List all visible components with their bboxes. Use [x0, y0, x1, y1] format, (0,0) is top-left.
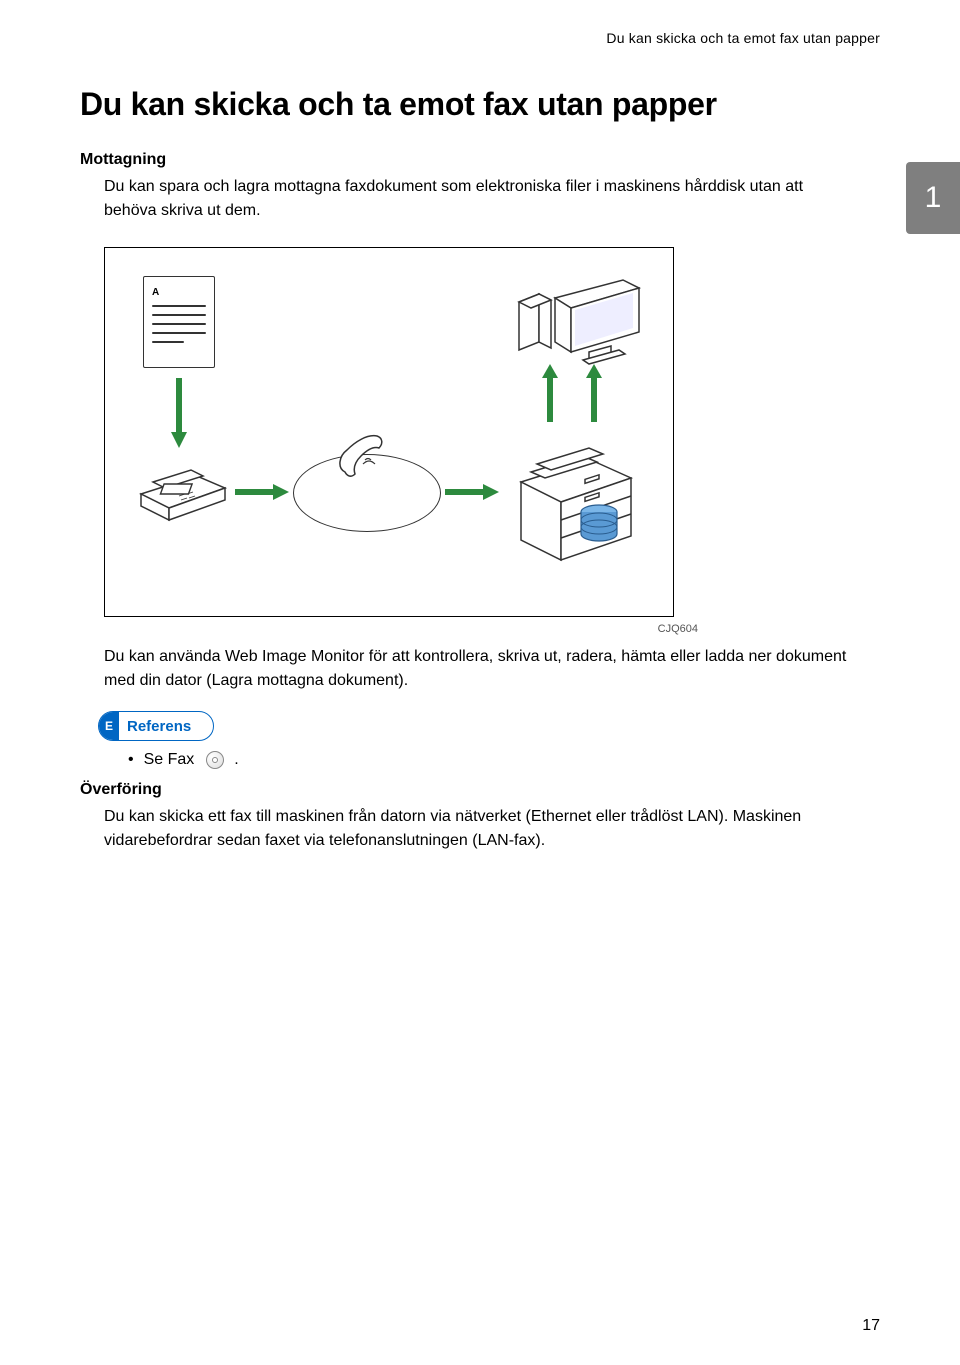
diagram-box: A	[104, 247, 674, 617]
arrow-right-icon	[445, 482, 501, 502]
arrow-right-icon	[235, 482, 291, 502]
computer-icon	[515, 274, 625, 354]
mottagning-body: Du kan spara och lagra mottagna faxdokum…	[104, 175, 844, 223]
referens-bullet: Se Fax .	[128, 751, 880, 769]
document-icon: A	[143, 276, 215, 368]
printer-icon	[503, 420, 643, 575]
mottagning-row: Du kan spara och lagra mottagna faxdokum…	[80, 175, 880, 237]
running-header: Du kan skicka och ta emot fax utan pappe…	[80, 30, 880, 46]
document-letter: A	[152, 287, 159, 298]
figure-code: CJQ604	[104, 623, 698, 635]
page-title: Du kan skicka och ta emot fax utan pappe…	[80, 86, 880, 123]
page: Du kan skicka och ta emot fax utan pappe…	[0, 0, 960, 1365]
chapter-tab: 1	[906, 162, 960, 234]
arrow-up-icon	[585, 364, 603, 422]
cd-icon	[206, 751, 224, 769]
fax-machine-icon	[131, 454, 231, 529]
referens-badge: E Referens	[98, 711, 214, 741]
section-heading-overforing: Överföring	[80, 781, 880, 799]
after-figure-body: Du kan använda Web Image Monitor för att…	[104, 645, 864, 693]
referens-tag: E	[99, 712, 119, 740]
overforing-body: Du kan skicka ett fax till maskinen från…	[104, 805, 880, 853]
referens-label: Referens	[119, 718, 213, 735]
bullet-text-prefix: Se Fax	[144, 751, 195, 769]
bullet-text-suffix: .	[234, 751, 238, 769]
arrow-down-icon	[169, 378, 189, 450]
phone-handset-icon	[333, 428, 393, 489]
arrow-up-icon	[541, 364, 559, 422]
section-heading-mottagning: Mottagning	[80, 151, 880, 169]
page-number: 17	[862, 1317, 880, 1335]
